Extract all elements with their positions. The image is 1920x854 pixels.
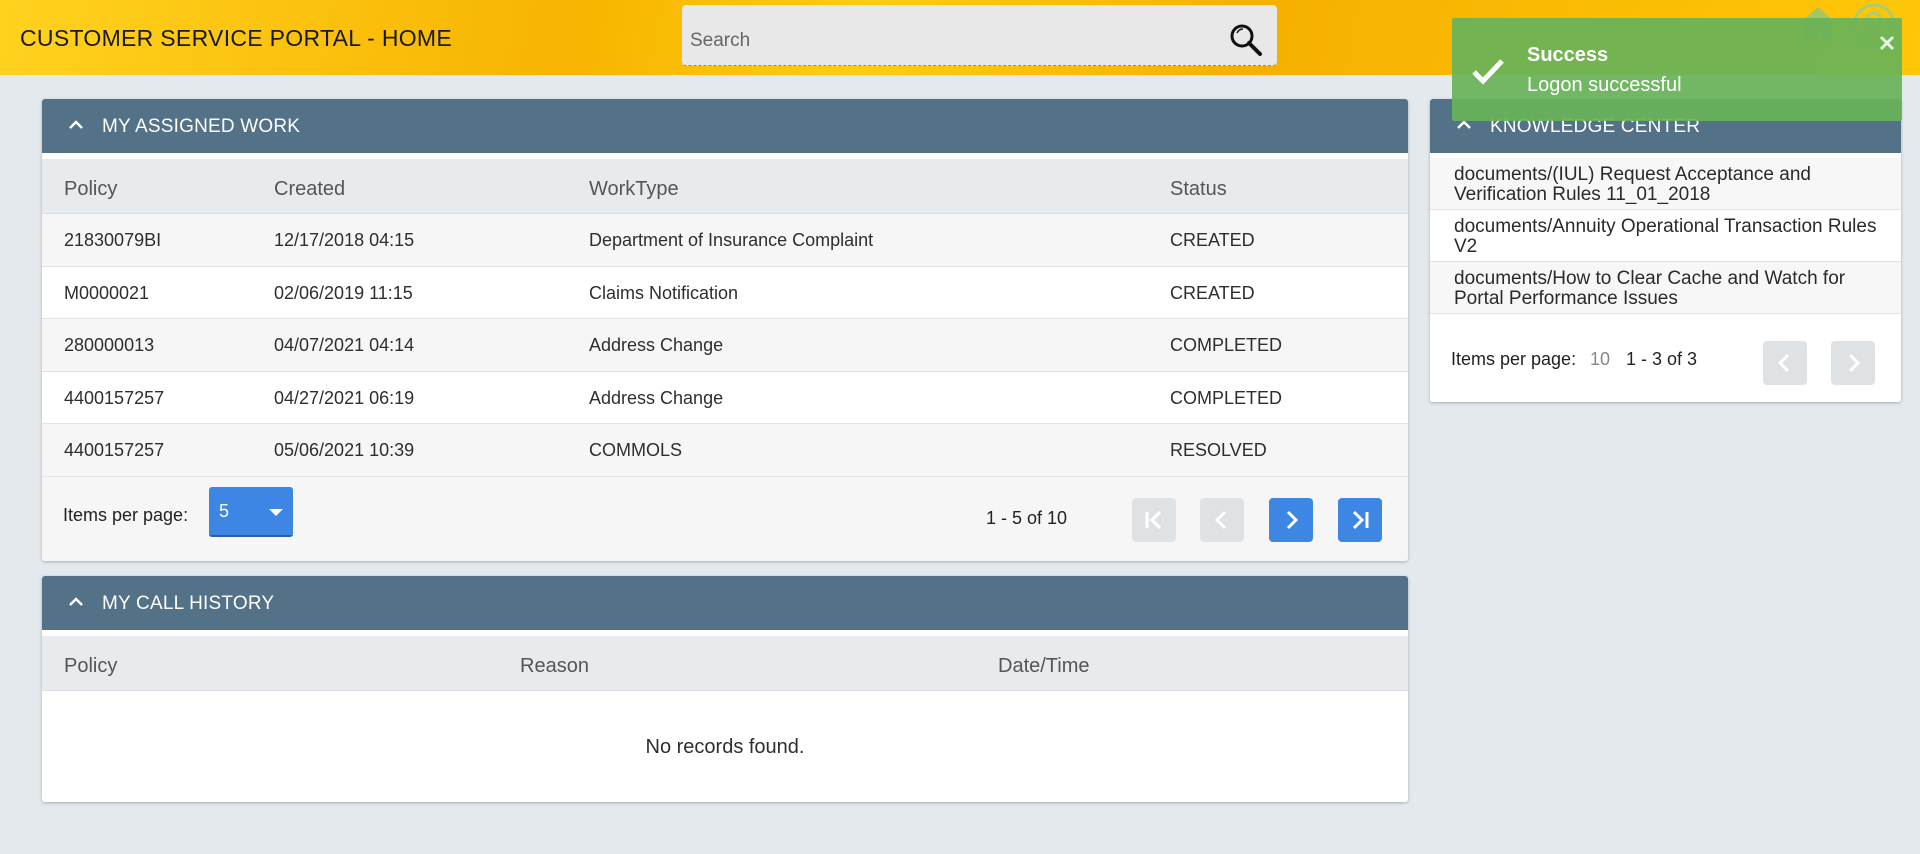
previous-page-button[interactable] <box>1200 497 1244 542</box>
table-body: 21830079BI 12/17/2018 04:15 Department o… <box>42 214 1408 477</box>
chevron-right-icon <box>1286 510 1299 529</box>
paginator: Items per page: 10 1 - 3 of 3 <box>1430 314 1901 400</box>
assigned-work-header[interactable]: MY ASSIGNED WORK <box>42 99 1408 153</box>
items-per-page-select[interactable]: 5 <box>209 486 293 537</box>
knowledge-center-panel: KNOWLEDGE CENTER documents/(IUL) Request… <box>1430 99 1901 402</box>
cell-status: COMPLETED <box>1170 387 1283 408</box>
cell-policy: M0000021 <box>64 282 150 303</box>
column-header-status[interactable]: Status <box>1170 178 1227 201</box>
cell-status: COMPLETED <box>1170 335 1283 355</box>
toast-message: Logon successful <box>1527 74 1682 96</box>
panel-title: MY ASSIGNED WORK <box>102 116 301 137</box>
cell-worktype: COMMOLS <box>589 440 683 460</box>
cell-created: 05/06/2021 10:39 <box>274 440 415 460</box>
empty-message: No records found. <box>645 736 805 758</box>
items-per-page-select[interactable]: 10 <box>1590 349 1610 370</box>
paginator: Items per page: 5 1 - 5 of 10 <box>42 476 1408 561</box>
cell-created: 12/17/2018 04:15 <box>274 230 415 250</box>
cell-worktype: Department of Insurance Complaint <box>589 230 874 250</box>
cell-policy: 280000013 <box>64 335 155 355</box>
table-header: Policy Created WorkType Status <box>42 159 1408 214</box>
column-header-policy[interactable]: Policy <box>64 178 117 201</box>
empty-state: No records found. <box>42 691 1408 802</box>
checkmark-icon <box>1472 59 1504 85</box>
range-label: 1 - 5 of 10 <box>986 507 1068 528</box>
items-per-page-value: 5 <box>219 500 230 521</box>
search-icon[interactable] <box>1229 23 1263 57</box>
call-history-header[interactable]: MY CALL HISTORY <box>42 576 1408 630</box>
column-header-created[interactable]: Created <box>274 178 345 201</box>
last-page-button[interactable] <box>1338 497 1382 542</box>
table-row[interactable]: 21830079BI 12/17/2018 04:15 Department o… <box>42 214 1408 267</box>
table-row[interactable]: 4400157257 05/06/2021 10:39 COMMOLS RESO… <box>42 424 1408 477</box>
table-row[interactable]: 4400157257 04/27/2021 06:19 Address Chan… <box>42 371 1408 424</box>
toast-title: Success <box>1527 44 1609 66</box>
cell-policy: 4400157257 <box>64 440 165 460</box>
cell-worktype: Claims Notification <box>589 282 739 303</box>
table-header: Policy Reason Date/Time <box>42 636 1408 691</box>
first-page-icon <box>1145 510 1162 529</box>
search-input[interactable] <box>690 27 1210 55</box>
success-toast[interactable]: Success Logon successful <box>1452 18 1902 121</box>
cell-status: CREATED <box>1170 282 1255 303</box>
chevron-left-icon <box>1214 510 1227 529</box>
items-per-page-label: Items per page: <box>1451 349 1577 369</box>
search-box[interactable] <box>682 5 1277 66</box>
previous-page-button[interactable] <box>1763 341 1807 385</box>
cell-worktype: Address Change <box>589 335 724 355</box>
chevron-right-icon <box>1848 353 1861 373</box>
column-header-datetime[interactable]: Date/Time <box>998 655 1090 678</box>
cell-created: 04/27/2021 06:19 <box>274 387 415 408</box>
last-page-icon <box>1352 510 1369 529</box>
cell-policy: 4400157257 <box>64 387 165 408</box>
next-page-button[interactable] <box>1831 341 1875 385</box>
first-page-button[interactable] <box>1132 497 1176 542</box>
call-history-panel: MY CALL HISTORY Policy Reason Date/Time … <box>42 576 1408 802</box>
cell-status: RESOLVED <box>1170 440 1267 460</box>
knowledge-link[interactable]: documents/(IUL) Request Acceptance and V… <box>1430 158 1901 210</box>
column-header-worktype[interactable]: WorkType <box>589 178 679 201</box>
column-header-policy[interactable]: Policy <box>64 655 117 678</box>
cell-status: CREATED <box>1170 230 1255 250</box>
panel-title: MY CALL HISTORY <box>102 593 275 614</box>
close-icon[interactable] <box>1878 34 1896 52</box>
table-row[interactable]: 280000013 04/07/2021 04:14 Address Chang… <box>42 319 1408 372</box>
cell-created: 02/06/2019 11:15 <box>274 282 413 303</box>
cell-worktype: Address Change <box>589 387 724 408</box>
knowledge-link[interactable]: documents/Annuity Operational Transactio… <box>1430 210 1901 262</box>
knowledge-link[interactable]: documents/How to Clear Cache and Watch f… <box>1430 262 1901 314</box>
range-label: 1 - 3 of 3 <box>1626 349 1698 369</box>
assigned-work-panel: MY ASSIGNED WORK Policy Created WorkType… <box>42 99 1408 561</box>
knowledge-list: documents/(IUL) Request Acceptance and V… <box>1430 158 1901 314</box>
dropdown-caret-icon <box>269 508 283 516</box>
cell-created: 04/07/2021 04:14 <box>274 335 415 355</box>
chevron-up-icon[interactable] <box>66 115 86 135</box>
next-page-button[interactable] <box>1269 497 1313 542</box>
column-header-reason[interactable]: Reason <box>520 655 589 678</box>
table-row[interactable]: M0000021 02/06/2019 11:15 Claims Notific… <box>42 266 1408 319</box>
items-per-page-label: Items per page: <box>63 504 189 525</box>
chevron-up-icon[interactable] <box>66 592 86 612</box>
chevron-left-icon <box>1777 353 1790 373</box>
app-title: CUSTOMER SERVICE PORTAL - HOME <box>20 25 453 51</box>
cell-policy: 21830079BI <box>64 230 162 250</box>
